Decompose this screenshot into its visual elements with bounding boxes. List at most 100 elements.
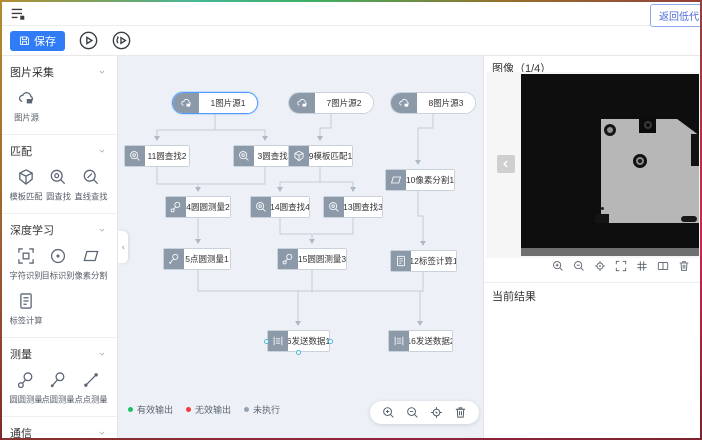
legend-label: 未执行: [253, 403, 280, 416]
preview-image: [521, 74, 699, 256]
line-find-icon: [82, 168, 100, 186]
flow-node-label: 1图片源1: [199, 93, 257, 113]
tool-item-label: 圆查找: [46, 191, 71, 203]
circle-find-icon: [234, 146, 254, 166]
tool-item[interactable]: 直线查找: [75, 168, 107, 203]
node-handle[interactable]: [264, 339, 269, 344]
flow-node-label: 10像素分割1: [406, 170, 454, 190]
flow-node-label: 6发送数据1: [288, 331, 329, 351]
zoom-out-icon[interactable]: [406, 406, 419, 419]
zoom-in-icon[interactable]: [382, 406, 395, 419]
flow-node[interactable]: 6发送数据1: [267, 330, 330, 352]
tool-item[interactable]: 圆查找: [42, 168, 74, 203]
flow-node[interactable]: 8图片源3: [390, 92, 476, 114]
tool-item[interactable]: 点圆测量: [42, 371, 74, 406]
chevron-down-icon: [97, 225, 107, 235]
flow-node-label: 16发送数据2: [409, 331, 452, 351]
fullscreen-icon[interactable]: [615, 260, 627, 272]
flow-node[interactable]: 9模板匹配1: [288, 145, 353, 167]
flow-node[interactable]: 11圆查找2: [124, 145, 190, 167]
tool-item[interactable]: 目标识别: [42, 247, 74, 282]
send-data-icon: [389, 331, 409, 351]
zoom-out-icon[interactable]: [573, 260, 585, 272]
label-calc-icon: [391, 251, 411, 271]
flow-node[interactable]: 15圆圆测量3: [277, 248, 347, 270]
grid-icon[interactable]: [636, 260, 648, 272]
flow-node[interactable]: 10像素分割1: [385, 169, 455, 191]
result-panel: 图像（1/4） 当前结果: [483, 56, 702, 439]
segment-icon: [386, 170, 406, 190]
sidebar-section-header[interactable]: 通信: [10, 425, 107, 439]
measure-pp-icon: [82, 371, 100, 389]
zoom-in-icon[interactable]: [552, 260, 564, 272]
run-loop-button[interactable]: [112, 31, 131, 50]
flow-node-label: 5点圆测量1: [184, 249, 230, 269]
tool-item[interactable]: 圆圆测量: [10, 371, 42, 406]
flow-node[interactable]: 7图片源2: [288, 92, 374, 114]
flow-node[interactable]: 5点圆测量1: [163, 248, 231, 270]
flow-node-label: 12标签计算1: [411, 251, 456, 271]
locate-icon[interactable]: [594, 260, 606, 272]
tool-item-label: 像素分割: [74, 270, 107, 282]
circle-find-icon: [251, 197, 271, 217]
save-button-label: 保存: [34, 33, 56, 49]
tool-item[interactable]: 图片源: [10, 89, 42, 124]
flow-canvas[interactable]: 有效输出无效输出未执行 1图片源17图片源28图片源311圆查找23圆查找19模…: [118, 56, 483, 439]
circle-find-icon: [324, 197, 344, 217]
tool-item-label: 图片源: [14, 112, 39, 124]
canvas-zoom-controls: [370, 401, 479, 424]
flow-node[interactable]: 4圆圆测量2: [165, 196, 231, 218]
flow-node[interactable]: 12标签计算1: [390, 250, 457, 272]
sidebar-section-header[interactable]: 匹配: [10, 143, 107, 159]
measure-cc-icon: [17, 371, 35, 389]
circle-find-icon: [49, 168, 67, 186]
tool-item[interactable]: 字符识别: [10, 247, 42, 282]
menu-icon[interactable]: [10, 6, 26, 20]
tool-item-label: 点圆测量: [42, 394, 75, 406]
tool-item[interactable]: 模板匹配: [10, 168, 42, 203]
legend-label: 有效输出: [137, 403, 173, 416]
save-button[interactable]: 保存: [10, 31, 65, 51]
measure-pc-icon: [164, 249, 184, 269]
image-toolbar: [552, 260, 690, 272]
compare-icon[interactable]: [657, 260, 669, 272]
legend-item: 无效输出: [186, 403, 231, 416]
action-toolbar: 保存: [0, 26, 702, 56]
sidebar-collapse-handle[interactable]: [118, 231, 128, 263]
sidebar-section-header[interactable]: 深度学习: [10, 222, 107, 238]
sidebar-section: 图片采集图片源: [0, 56, 117, 135]
tool-item[interactable]: 像素分割: [75, 247, 107, 282]
flow-node[interactable]: 13圆查找3: [323, 196, 383, 218]
node-handle[interactable]: [296, 350, 301, 355]
panel-divider: [484, 282, 702, 283]
cube-icon: [17, 168, 35, 186]
flow-node[interactable]: 1图片源1: [172, 92, 258, 114]
flow-node-label: 8图片源3: [417, 93, 475, 113]
sidebar-section-title: 深度学习: [10, 222, 54, 238]
tool-item-label: 点点测量: [74, 394, 107, 406]
prev-image-button[interactable]: [497, 155, 515, 173]
cloud-image-icon: [289, 93, 315, 113]
flow-node[interactable]: 14圆查找4: [250, 196, 310, 218]
sidebar-section-header[interactable]: 测量: [10, 346, 107, 362]
measure-cc-icon: [166, 197, 186, 217]
tool-item[interactable]: 点点测量: [75, 371, 107, 406]
sidebar-section-title: 通信: [10, 425, 32, 439]
run-once-button[interactable]: [79, 31, 98, 50]
flow-node-label: 9模板匹配1: [309, 146, 352, 166]
node-handle[interactable]: [328, 339, 333, 344]
legend-dot: [186, 407, 191, 412]
flow-node-label: 13圆查找3: [344, 197, 382, 217]
sidebar-section-header[interactable]: 图片采集: [10, 64, 107, 80]
locate-icon[interactable]: [430, 406, 443, 419]
image-viewer: [486, 72, 701, 258]
delete-icon[interactable]: [678, 260, 690, 272]
sidebar-section: 通信: [0, 417, 117, 439]
sidebar-section-title: 图片采集: [10, 64, 54, 80]
tool-item[interactable]: 标签计算: [10, 292, 42, 327]
delete-icon[interactable]: [454, 406, 467, 419]
back-to-lowcode-button[interactable]: 返回低代: [650, 4, 702, 27]
sidebar-section: 深度学习字符识别目标识别像素分割标签计算: [0, 214, 117, 338]
label-calc-icon: [17, 292, 35, 310]
flow-node[interactable]: 16发送数据2: [388, 330, 453, 352]
